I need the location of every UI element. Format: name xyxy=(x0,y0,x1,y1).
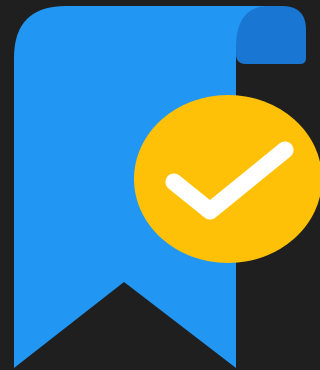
app-icon-canvas xyxy=(0,0,320,370)
bookmark-fold xyxy=(236,6,306,64)
bookmark-added-icon xyxy=(14,6,320,368)
badge-circle xyxy=(134,95,320,263)
